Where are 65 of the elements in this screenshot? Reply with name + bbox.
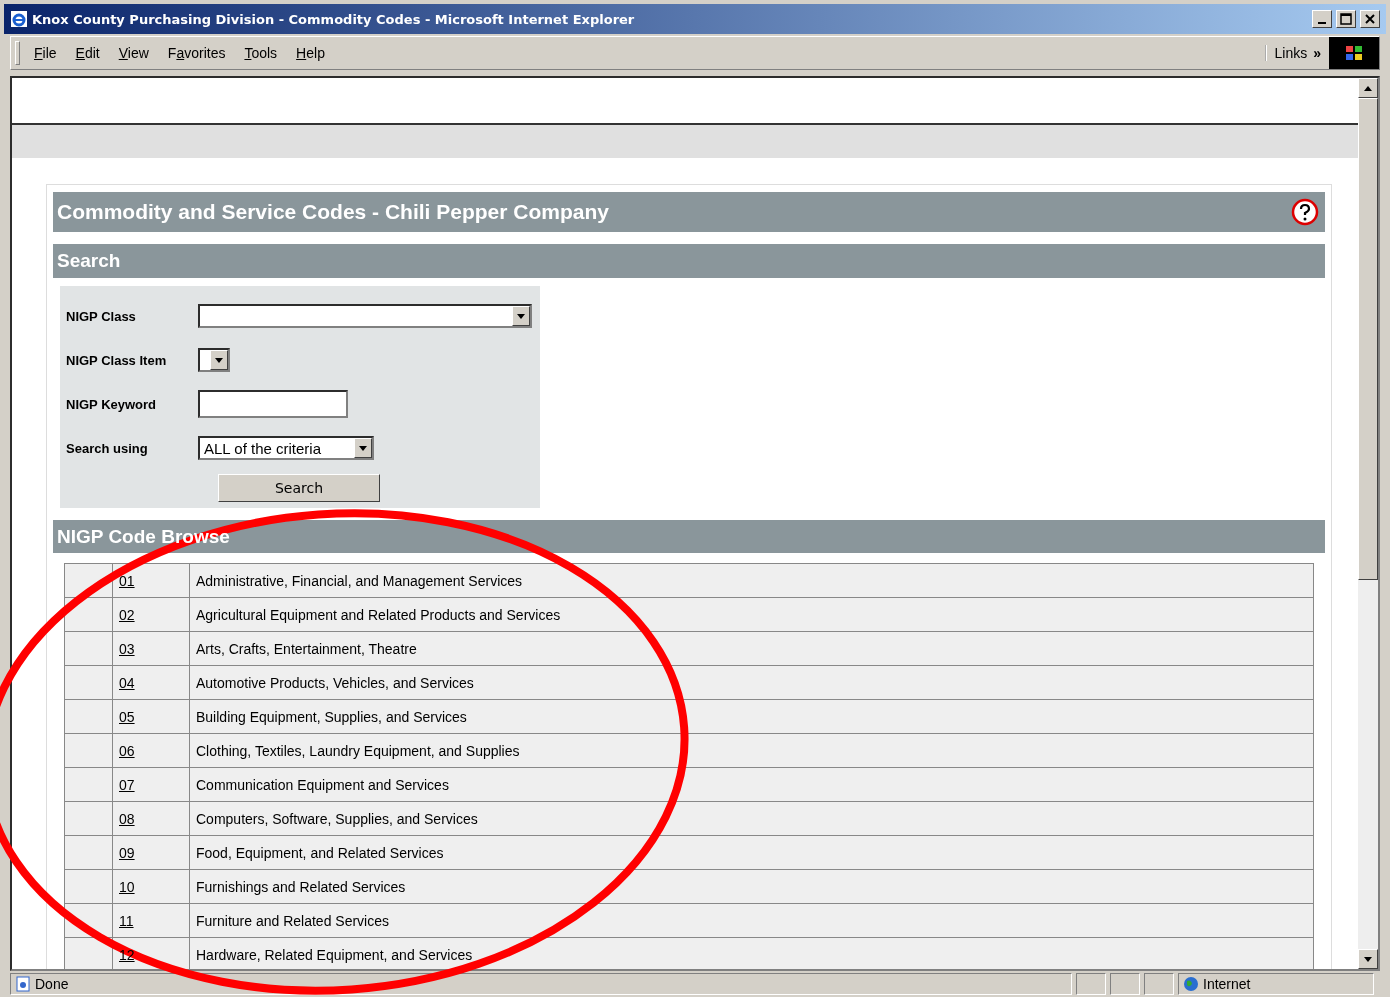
code-description: Hardware, Related Equipment, and Services [196,946,473,963]
code-description: Automotive Products, Vehicles, and Services [196,674,474,691]
field-label: NIGP Class [66,307,137,326]
close-button[interactable] [1360,10,1380,28]
select-field[interactable] [198,348,230,372]
menu-item[interactable]: Favorites [167,45,226,61]
input-field[interactable] [198,390,348,418]
code-link[interactable]: 10 [119,878,135,895]
page-title: Commodity and Service Codes - Chili Pepper Company [57,200,609,224]
window-title: Knox County Purchasing Division - Commodity Codes - Microsoft Internet Explorer [32,11,636,27]
field-label: NIGP Class Item [66,351,168,370]
select-field[interactable]: ALL of the criteria [198,436,374,460]
code-description: Furnishings and Related Services [196,878,406,895]
windows-logo [1329,37,1379,69]
code-description: Furniture and Related Services [196,912,389,929]
code-link[interactable]: 01 [119,572,135,589]
status-pane [1144,973,1174,995]
code-link[interactable]: 09 [119,844,135,861]
code-description: Arts, Crafts, Entertainment, Theatre [196,640,417,657]
dropdown-arrow-icon [517,313,525,319]
code-description: Computers, Software, Supplies, and Services [196,810,478,827]
code-description: Communication Equipment and Services [196,776,449,793]
section-title: Search [57,250,121,272]
code-link[interactable]: 11 [119,912,134,929]
code-link[interactable]: 08 [119,810,135,827]
menu-item[interactable]: File [34,45,57,61]
code-link[interactable]: 03 [119,640,135,657]
code-link[interactable]: 04 [119,674,135,691]
code-description: Building Equipment, Supplies, and Services [196,708,467,725]
menu-item[interactable]: Help [296,45,325,61]
dropdown-arrow-icon [215,357,223,363]
code-link[interactable]: 05 [119,708,135,725]
status-pane [1110,973,1140,995]
menu-item[interactable]: Tools [244,45,278,61]
scrollbar[interactable] [1358,78,1378,969]
browser-icon [10,10,28,28]
globe-icon [1183,976,1199,992]
close-icon [1365,14,1375,24]
maximize-icon [1340,13,1352,25]
help-icon[interactable] [1291,198,1319,226]
status-text: Done [35,976,69,992]
zone-text: Internet [1203,976,1251,992]
dropdown-arrow-icon [359,445,367,451]
code-description: Administrative, Financial, and Management Services [196,572,523,589]
select-field[interactable] [198,304,532,328]
code-description: Clothing, Textiles, Laundry Equipment, and Supplies [196,742,520,759]
field-label: Search using [66,439,149,458]
status-pane [1076,973,1106,995]
links-label[interactable]: Links [1264,45,1308,61]
menu-item[interactable]: Edit [75,45,100,61]
field-label: NIGP Keyword [66,395,158,414]
dropdown-arrow-icon [1364,956,1372,962]
code-link[interactable]: 02 [119,606,135,623]
code-link[interactable]: 06 [119,742,135,759]
minimize-icon [1318,22,1326,24]
minimize-button[interactable] [1312,10,1332,28]
menu-item[interactable]: View [118,45,149,61]
chevron[interactable]: » [1313,45,1321,61]
code-description: Agricultural Equipment and Related Products and Services [196,606,561,623]
search-button[interactable]: Search [218,474,380,502]
code-description: Food, Equipment, and Related Services [196,844,444,861]
maximize-button[interactable] [1336,10,1356,28]
page-icon [15,976,31,992]
code-link[interactable]: 07 [119,776,135,793]
scroll-up-icon [1364,85,1372,91]
